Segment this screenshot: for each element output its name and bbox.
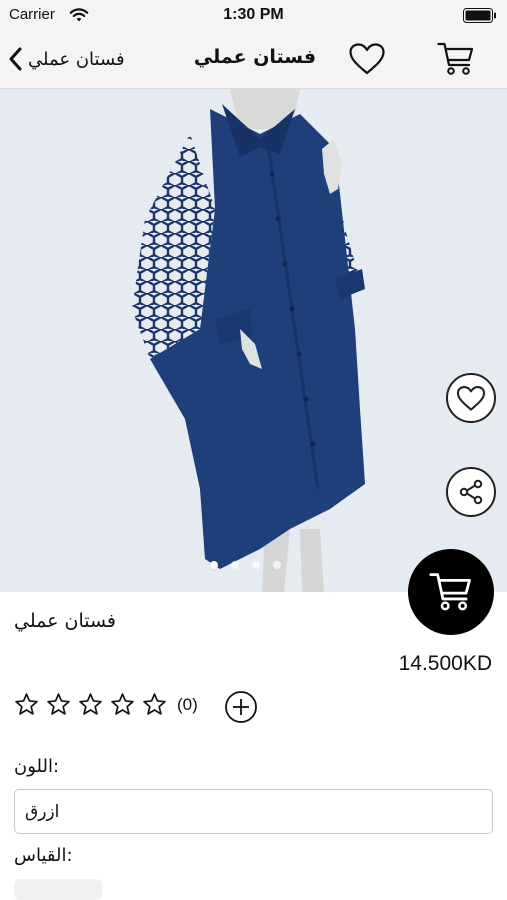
star-outline-icon: [79, 693, 102, 715]
heart-icon: [456, 385, 486, 411]
add-to-favorites-button[interactable]: [446, 373, 496, 423]
battery-icon: [463, 8, 496, 23]
size-option[interactable]: [14, 879, 102, 900]
heart-icon[interactable]: [348, 42, 386, 76]
size-label: القياس:: [14, 845, 73, 866]
rating-count: (0): [177, 694, 198, 714]
share-icon: [459, 479, 483, 505]
cart-icon[interactable]: [437, 41, 475, 77]
page-dot: [231, 561, 239, 569]
page-title: فستان عملي: [193, 46, 317, 68]
star-outline-icon: [111, 693, 134, 715]
add-rating-button[interactable]: [224, 690, 258, 724]
star-outline-icon: [47, 693, 70, 715]
product-name: فستان عملي: [14, 610, 116, 632]
star-outline-icon: [15, 693, 38, 715]
color-select[interactable]: ازرق: [14, 789, 493, 834]
navigation-bar: فستان عملي فستان عملي: [0, 30, 507, 89]
page-dot: [273, 561, 281, 569]
color-label: اللون:: [14, 756, 60, 777]
page-dot: [210, 561, 218, 569]
back-button[interactable]: فستان عملي: [8, 40, 125, 78]
back-button-label: فستان عملي: [28, 48, 125, 70]
status-bar: Carrier 1:30 PM: [0, 0, 507, 30]
product-image-gallery[interactable]: [0, 89, 507, 592]
gallery-page-indicator: [210, 561, 281, 569]
dress-photo: [0, 89, 507, 592]
star-outline-icon: [143, 693, 166, 715]
rating-stars: (0): [14, 692, 198, 717]
add-to-cart-button[interactable]: [408, 549, 494, 635]
cart-icon: [429, 573, 471, 611]
status-time: 1:30 PM: [223, 6, 284, 23]
color-select-value: ازرق: [25, 801, 60, 822]
page-dot: [252, 561, 260, 569]
share-button[interactable]: [446, 467, 496, 517]
product-price: 14.500KD: [398, 652, 492, 675]
chevron-left-icon: [9, 47, 22, 71]
